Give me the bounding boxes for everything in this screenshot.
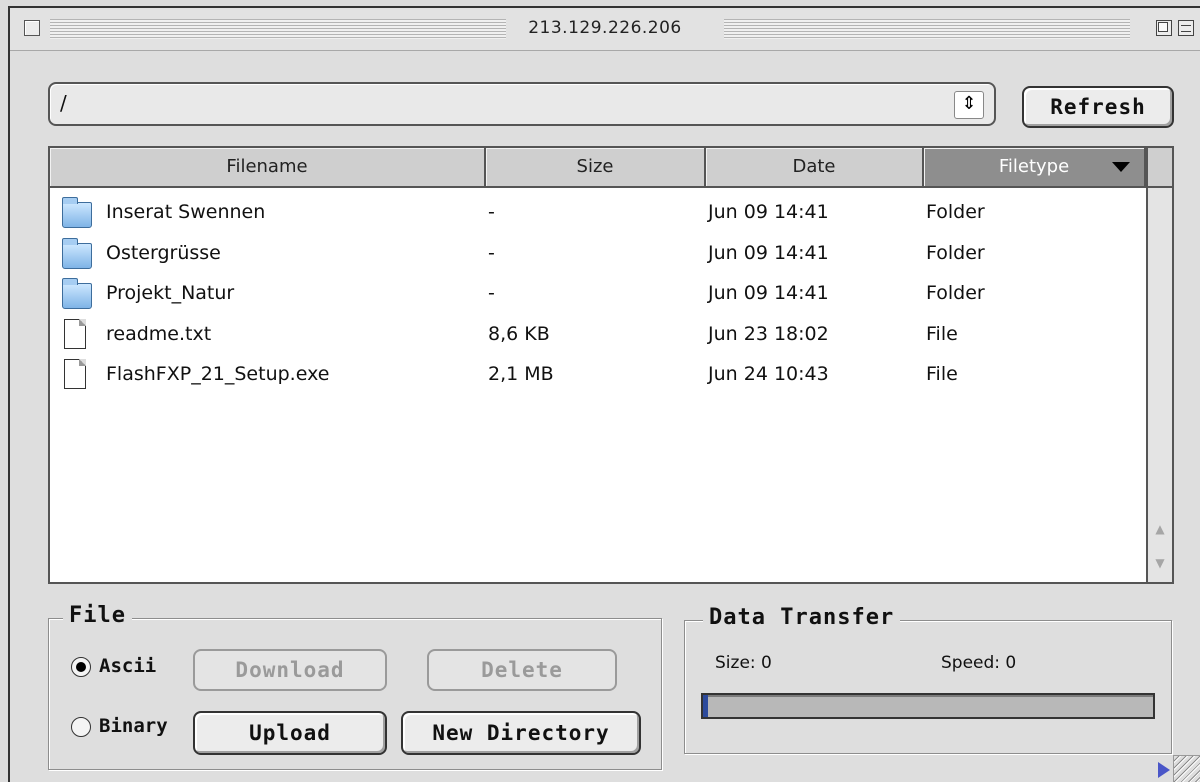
data-transfer-title: Data Transfer [703,605,901,630]
vertical-scrollbar[interactable]: ▲ ▼ [1146,148,1172,582]
column-header-filename[interactable]: Filename [50,148,486,188]
delete-button[interactable]: Delete [427,649,617,691]
column-header-size[interactable]: Size [486,148,706,188]
path-popup[interactable]: / ⇕ [48,82,996,126]
binary-label[interactable]: Binary [99,715,168,737]
transfer-progress-fill [703,695,708,717]
cell-name: readme.txt [106,322,212,345]
transfer-progress-bar [701,693,1155,719]
cell-type: File [926,322,958,345]
cell-name: Ostergrüsse [106,241,221,264]
scroll-up-arrow-icon[interactable]: ▲ [1151,522,1169,540]
path-value: / [60,91,67,115]
cell-size: 8,6 KB [488,322,550,345]
cell-size: 2,1 MB [488,363,554,385]
sort-descending-icon [1112,162,1130,172]
cell-name: Projekt_Natur [106,282,235,304]
window-title: 213.129.226.206 [10,18,1200,38]
scrollbar-corner [1148,148,1172,188]
new-directory-button[interactable]: New Directory [401,711,641,755]
table-row[interactable]: Inserat Swennen - Jun 09 14:41 Folder [50,192,1142,232]
file-group-title: File [63,603,132,628]
folder-icon [62,237,92,269]
table-row[interactable]: Projekt_Natur - Jun 09 14:41 Folder [50,273,1142,313]
table-row[interactable]: readme.txt 8,6 KB Jun 23 18:02 File [50,314,1142,354]
transfer-size: Size: 0 [715,653,772,673]
refresh-button[interactable]: Refresh [1022,86,1174,128]
file-list[interactable]: Filename Size Date Filetype Inserat Swen… [48,146,1174,584]
ftp-window: 213.129.226.206 / ⇕ Refresh Filename Siz… [8,6,1200,782]
cell-date: Jun 09 14:41 [708,282,829,304]
cell-size: - [488,282,495,304]
cell-size: - [488,241,495,264]
updown-arrows-icon[interactable]: ⇕ [954,91,984,119]
cell-name: Inserat Swennen [106,201,266,223]
table-row[interactable]: FlashFXP_21_Setup.exe 2,1 MB Jun 24 10:43 F… [50,354,1142,394]
cell-date: Jun 09 14:41 [708,241,829,264]
resize-grip[interactable] [1173,755,1200,782]
ascii-label[interactable]: Ascii [99,655,156,677]
cell-date: Jun 23 18:02 [708,322,829,345]
table-row[interactable]: Ostergrüsse - Jun 09 14:41 Folder [50,233,1142,273]
cell-type: File [926,363,958,385]
cell-type: Folder [926,282,985,304]
zoom-box[interactable] [1156,20,1172,36]
windowshade-box[interactable] [1178,20,1194,36]
binary-radio[interactable] [71,717,91,737]
cell-type: Folder [926,201,985,223]
cell-name: FlashFXP_21_Setup.exe [106,363,330,385]
cell-type: Folder [926,241,985,264]
document-icon [64,318,86,349]
file-group: File Ascii Binary Download Delete Upload… [48,603,662,770]
expand-arrow-icon[interactable] [1158,762,1170,778]
cell-size: - [488,201,495,223]
ascii-radio[interactable] [71,657,91,677]
cell-date: Jun 09 14:41 [708,201,829,223]
column-header-filetype[interactable]: Filetype [924,148,1146,188]
folder-icon [62,278,92,309]
cell-date: Jun 24 10:43 [708,363,829,385]
upload-button[interactable]: Upload [193,711,387,755]
column-header-date[interactable]: Date [706,148,924,188]
document-icon [64,359,86,389]
data-transfer-group: Data Transfer Size: 0 Speed: 0 [684,605,1172,754]
title-bar[interactable]: 213.129.226.206 [10,8,1200,51]
scroll-down-arrow-icon[interactable]: ▼ [1151,556,1169,574]
folder-icon [62,197,92,228]
download-button[interactable]: Download [193,649,387,691]
column-header-filetype-label: Filetype [998,156,1070,177]
transfer-speed: Speed: 0 [941,653,1017,673]
